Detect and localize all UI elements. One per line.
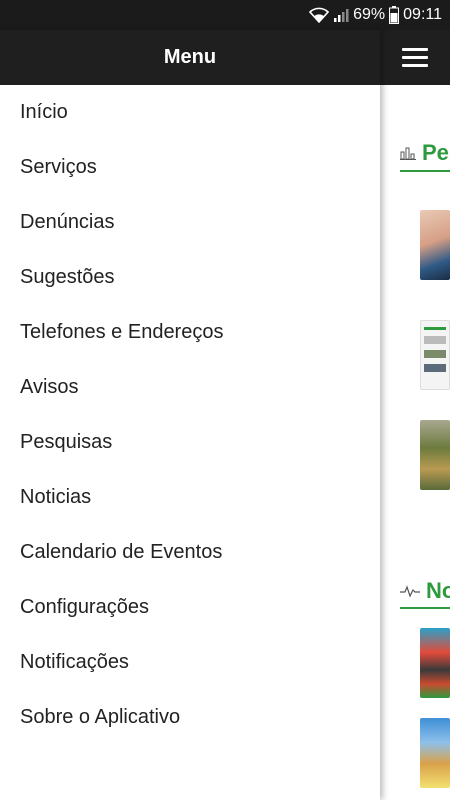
wifi-icon (309, 7, 330, 23)
survey-thumbnail[interactable] (420, 420, 450, 490)
menu-list: Início Serviços Denúncias Sugestões Tele… (0, 85, 380, 745)
section-title-text: No (426, 578, 450, 603)
menu-item-telefones-enderecos[interactable]: Telefones e Endereços (0, 305, 380, 360)
battery-percent: 69% (353, 6, 386, 23)
navigation-drawer: Menu Início Serviços Denúncias Sugestões… (0, 30, 380, 800)
news-thumbnail[interactable] (420, 628, 450, 698)
section-title-noticias: No (400, 578, 450, 604)
menu-item-configuracoes[interactable]: Configurações (0, 580, 380, 635)
section-title-pesquisas: Pes (400, 140, 450, 166)
menu-item-servicos[interactable]: Serviços (0, 140, 380, 195)
survey-thumbnail[interactable] (420, 320, 450, 390)
drawer-title: Menu (163, 46, 217, 68)
news-thumbnail[interactable] (420, 718, 450, 788)
battery-icon (389, 6, 400, 24)
section-title-text: Pes (422, 140, 450, 165)
status-bar: 69% 09:11 (0, 0, 450, 30)
menu-item-inicio[interactable]: Início (0, 85, 380, 140)
survey-thumbnail[interactable] (420, 210, 450, 280)
pulse-icon (400, 578, 420, 604)
drawer-header: Menu (0, 30, 380, 85)
menu-item-notificacoes[interactable]: Notificações (0, 635, 380, 690)
section-underline (400, 170, 450, 172)
bar-chart-icon (400, 140, 416, 166)
menu-item-avisos[interactable]: Avisos (0, 360, 380, 415)
menu-item-denuncias[interactable]: Denúncias (0, 195, 380, 250)
signal-icon (333, 7, 349, 23)
menu-item-sobre-aplicativo[interactable]: Sobre o Aplicativo (0, 690, 380, 745)
menu-item-sugestoes[interactable]: Sugestões (0, 250, 380, 305)
menu-item-noticias[interactable]: Noticias (0, 470, 380, 525)
status-icons: 69% 09:11 (309, 0, 442, 30)
menu-item-pesquisas[interactable]: Pesquisas (0, 415, 380, 470)
hamburger-menu-icon[interactable] (402, 48, 428, 68)
section-underline (400, 607, 450, 609)
menu-item-calendario-eventos[interactable]: Calendario de Eventos (0, 525, 380, 580)
clock: 09:11 (403, 6, 442, 23)
